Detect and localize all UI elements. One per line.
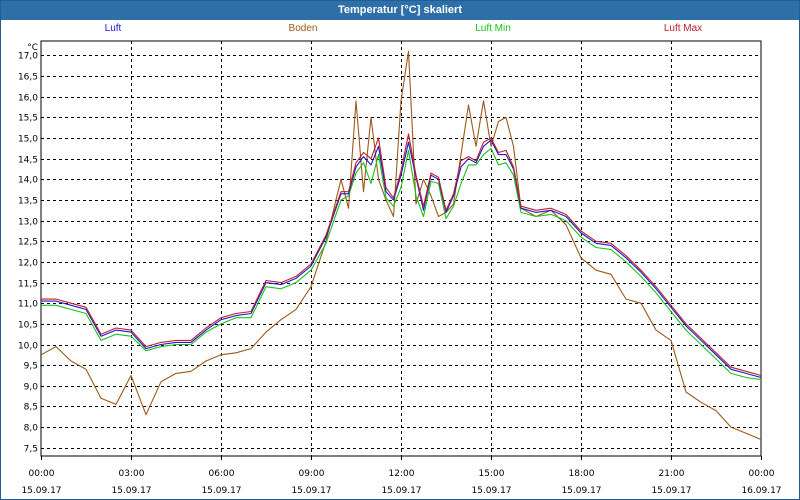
x-tick-date-label: 15.09.17 xyxy=(111,486,151,496)
x-tick-time-label: 03:00 xyxy=(119,469,145,479)
y-tick-label: 11,5 xyxy=(18,280,38,290)
y-tick-label: 12,0 xyxy=(18,259,38,269)
x-tick-time-label: 06:00 xyxy=(209,469,235,479)
y-tick-label: 10,0 xyxy=(18,342,38,352)
y-tick-label: 13,0 xyxy=(18,218,38,228)
x-tick-time-label: 18:00 xyxy=(569,469,595,479)
y-tick-label: 9,0 xyxy=(24,383,39,393)
x-tick-time-label: 12:00 xyxy=(389,469,415,479)
y-tick-label: 15,0 xyxy=(18,135,38,145)
x-tick-time-label: 15:00 xyxy=(479,469,505,479)
x-tick-date-label: 15.09.17 xyxy=(201,486,241,496)
y-tick-label: 17,0 xyxy=(18,52,38,62)
y-tick-label: 7,5 xyxy=(24,445,38,455)
x-tick-date-label: 15.09.17 xyxy=(651,486,691,496)
y-tick-label: 11,0 xyxy=(18,300,38,310)
line-chart: 7,5 8,0 8,5 9,0 9,5 10,0 10,5 11,0 11,5 12,0 12,5 1… xyxy=(18,40,782,496)
x-tick-date-label: 15.09.17 xyxy=(291,486,331,496)
y-axis-label: °C xyxy=(27,43,38,53)
x-tick-date-label: 15.09.17 xyxy=(381,486,421,496)
x-tick-date-label: 15.09.17 xyxy=(561,486,601,496)
x-tick-time-label: 00:00 xyxy=(29,469,55,479)
chart-window: Temperatur [°C] skaliert Luft Boden Luft… xyxy=(0,0,800,500)
y-tick-label: 13,5 xyxy=(18,197,38,207)
x-tick-date-label: 15.09.17 xyxy=(21,486,61,496)
y-tick-label: 8,5 xyxy=(24,403,38,413)
y-tick-label: 16,5 xyxy=(18,73,38,83)
y-tick-label: 12,5 xyxy=(18,238,38,248)
y-tick-label: 14,5 xyxy=(18,156,38,166)
y-tick-label: 8,0 xyxy=(24,424,39,434)
x-tick-date-label: 15.09.17 xyxy=(471,486,511,496)
x-tick-date-label: 16.09.17 xyxy=(741,486,781,496)
x-tick-time-label: 00:00 xyxy=(749,469,775,479)
y-tick-label: 9,5 xyxy=(24,362,38,372)
y-tick-label: 10,5 xyxy=(18,321,38,331)
x-tick-time-label: 09:00 xyxy=(299,469,325,479)
y-tick-label: 14,0 xyxy=(18,176,38,186)
x-tick-time-label: 21:00 xyxy=(659,469,685,479)
y-tick-label: 15,5 xyxy=(18,114,38,124)
y-tick-label: 16,0 xyxy=(18,94,38,104)
